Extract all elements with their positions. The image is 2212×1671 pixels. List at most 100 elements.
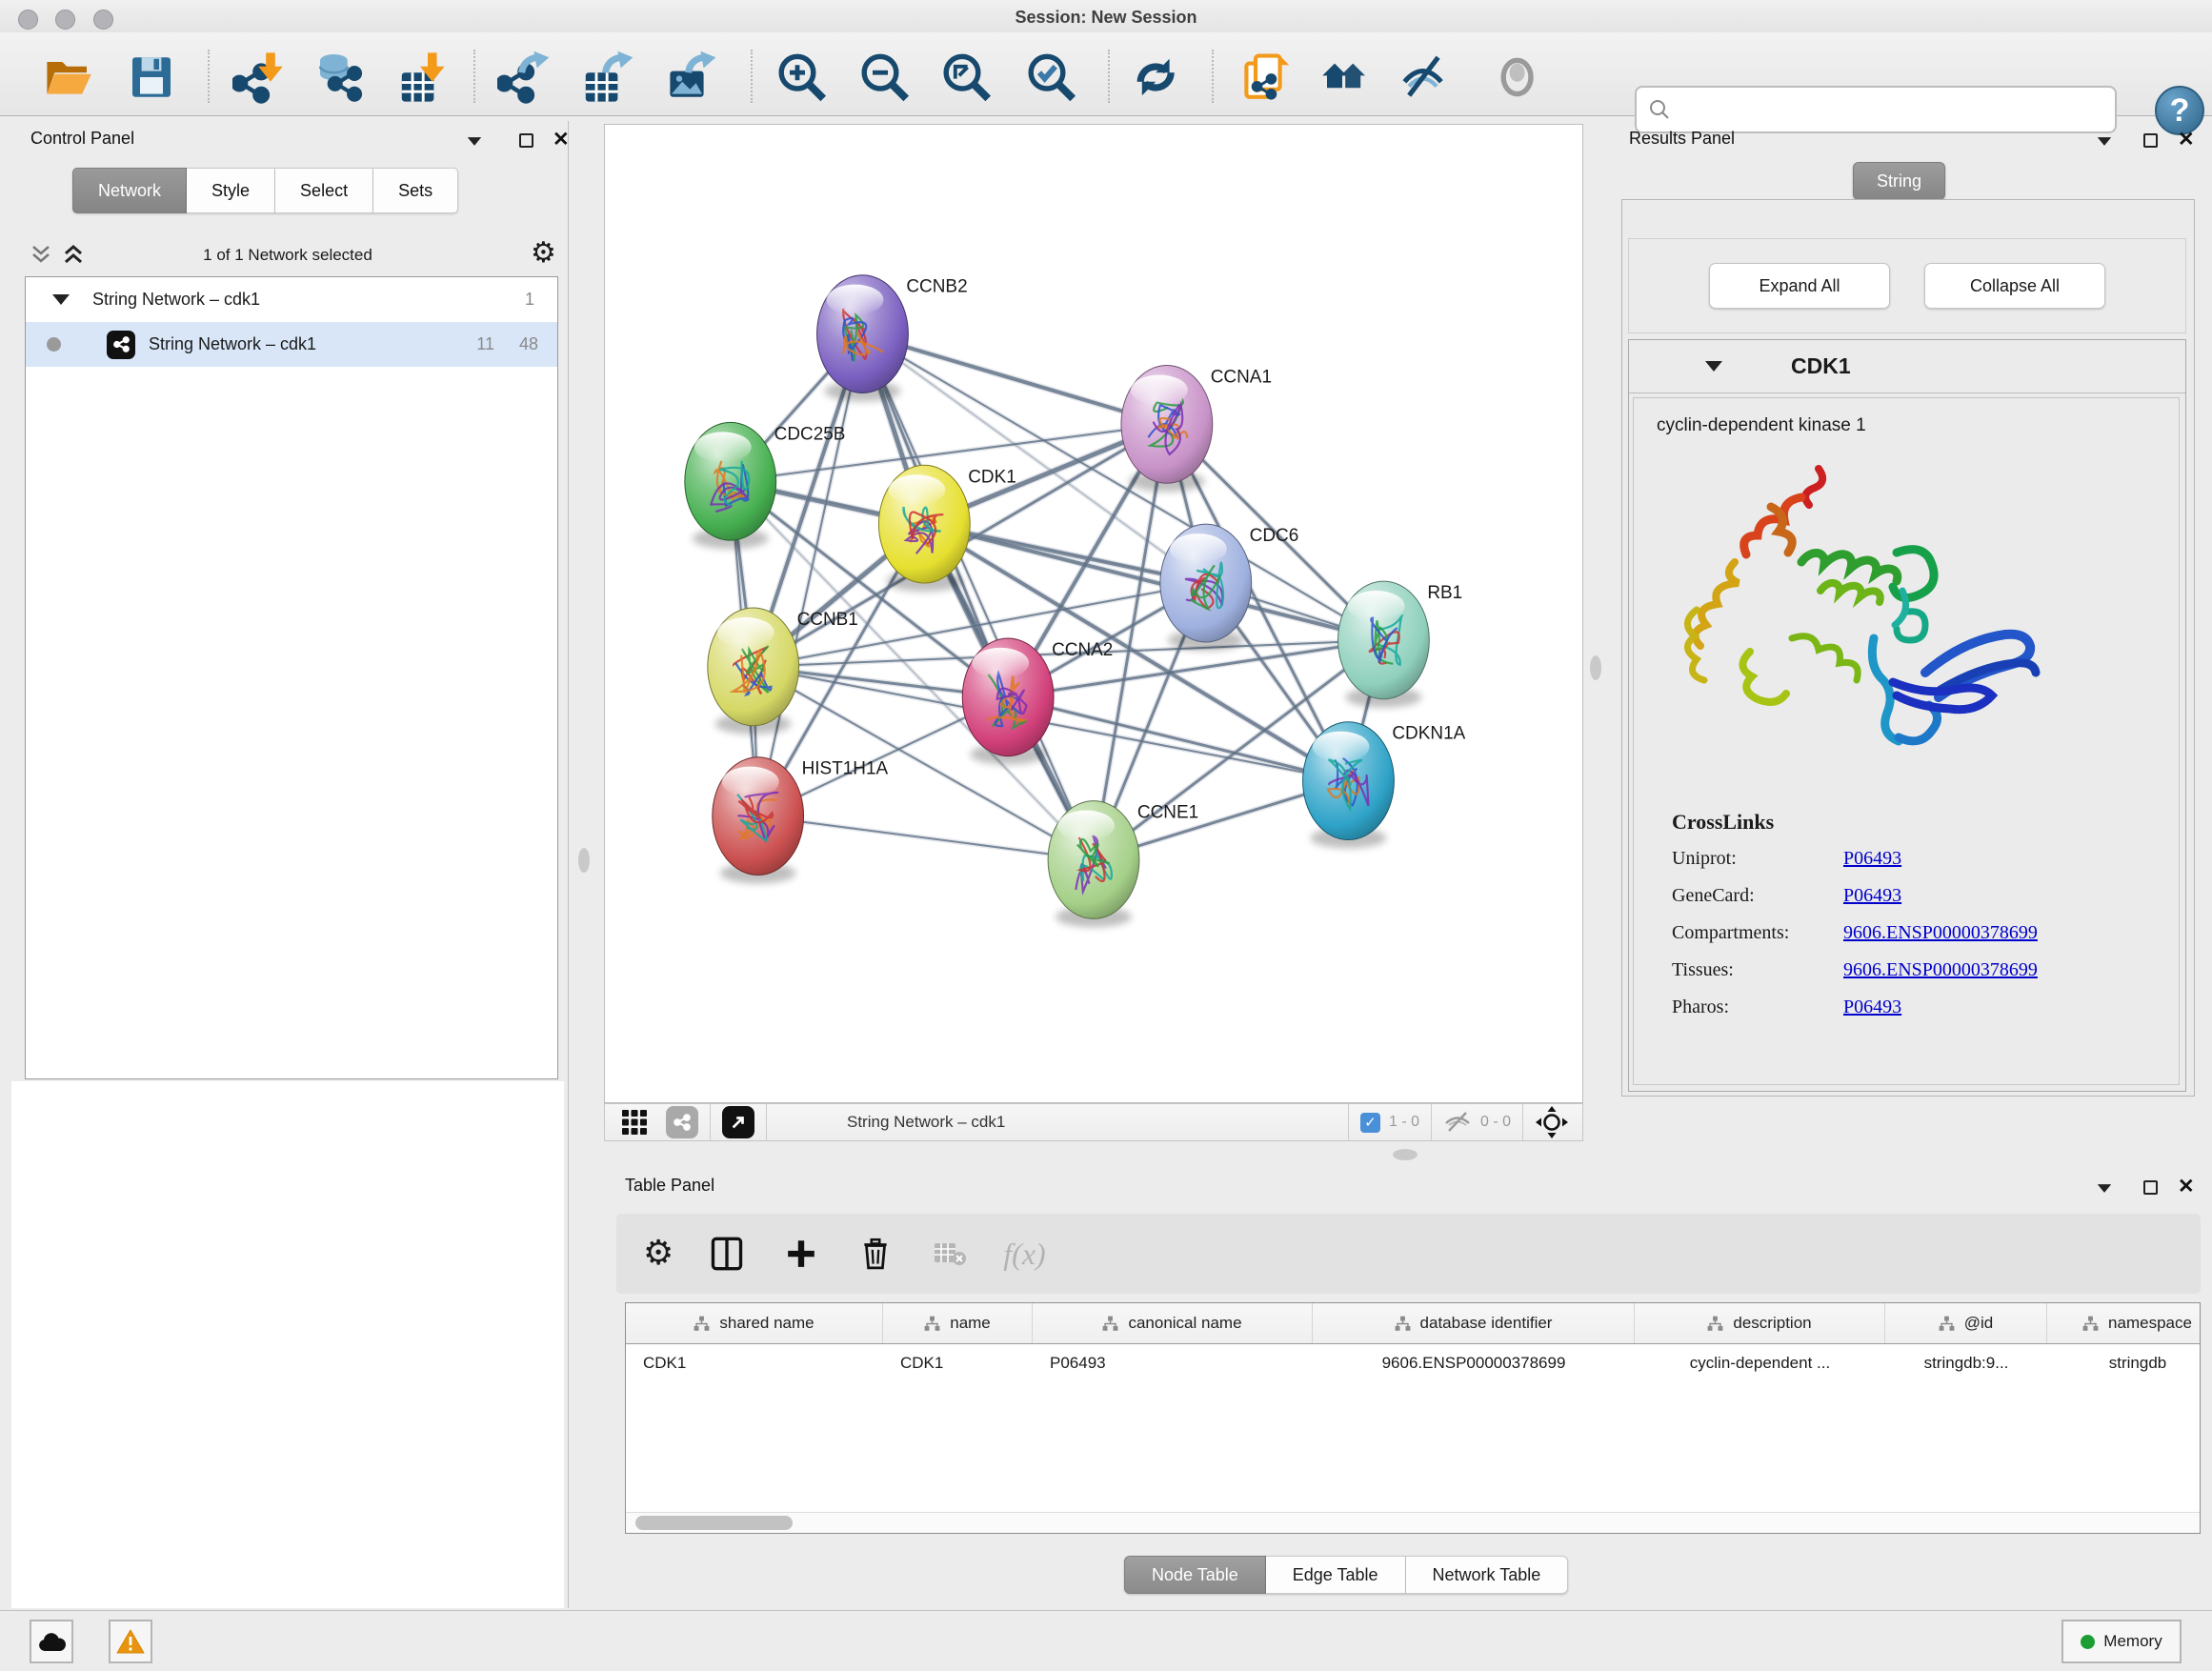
string-view-icon[interactable] [666,1106,698,1138]
first-neighbors-button[interactable] [1318,50,1374,105]
protein-node-CCNE1[interactable]: CCNE1 [1048,801,1198,928]
save-session-button[interactable] [124,50,179,105]
table-horizontal-scrollbar[interactable] [626,1512,2200,1533]
horizontal-splitter-handle[interactable] [1393,1149,1418,1160]
delete-column-trash-icon[interactable] [855,1233,896,1275]
expand-all-networks-icon[interactable] [29,241,53,270]
show-columns-icon[interactable] [706,1233,748,1275]
import-network-from-database-button[interactable] [312,50,367,105]
network-canvas[interactable]: CCNB2CCNA1CDC25BCDK1CDC6RB1CCNB1CCNA2CDK… [604,124,1583,1103]
close-panel-icon[interactable]: ✕ [553,130,570,151]
memory-button[interactable]: Memory [2061,1620,2182,1663]
table-cell[interactable]: cyclin-dependent ... [1635,1344,1885,1382]
edge[interactable] [758,816,1094,860]
scrollbar-thumb[interactable] [635,1516,793,1530]
search-input[interactable] [1679,100,2115,119]
node-gloss [717,617,774,648]
float-panel-icon[interactable] [466,136,483,147]
network-row[interactable]: String Network – cdk1 11 48 [26,322,557,367]
refresh-view-button[interactable] [1129,50,1184,105]
zoom-out-button[interactable] [856,50,912,105]
network-options-gear-icon[interactable]: ⚙ [531,239,556,268]
network-collection-row[interactable]: String Network – cdk1 1 [26,277,557,322]
table-row[interactable]: CDK1CDK1P064939606.ENSP00000378699cyclin… [626,1344,2200,1382]
protein-node-CDK1[interactable]: CDK1 [878,465,1016,592]
tab-style[interactable]: Style [187,168,275,213]
pan-crosshair-icon[interactable] [1535,1105,1569,1139]
expand-all-button[interactable]: Expand All [1709,263,1890,309]
column-header-description[interactable]: description [1635,1303,1885,1343]
gene-section-header[interactable]: CDK1 [1629,340,2185,393]
cloud-status-button[interactable] [30,1620,73,1663]
import-network-from-file-button[interactable] [231,50,287,105]
crosslink-link[interactable]: P06493 [1843,848,1901,870]
maximize-panel-icon[interactable] [519,133,533,148]
tab-network-table[interactable]: Network Table [1406,1556,1569,1594]
table-cell[interactable]: P06493 [1033,1344,1313,1382]
warnings-button[interactable] [109,1620,152,1663]
float-panel-icon[interactable] [2096,1183,2113,1194]
column-header-name[interactable]: name [883,1303,1033,1343]
table-cell[interactable]: CDK1 [626,1344,883,1382]
protein-node-HIST1H1A[interactable]: HIST1H1A [713,757,889,884]
table-cell[interactable]: 9606.ENSP00000378699 [1313,1344,1635,1382]
zoom-fit-content-button[interactable] [938,50,994,105]
tab-edge-table[interactable]: Edge Table [1266,1556,1406,1594]
zoom-selected-button[interactable] [1023,50,1078,105]
collapse-all-networks-icon[interactable] [61,241,86,270]
export-network-button[interactable] [496,50,552,105]
tab-sets[interactable]: Sets [373,168,458,213]
column-header--id[interactable]: @id [1885,1303,2047,1343]
table-cell[interactable]: stringdb [2047,1344,2201,1382]
zoom-in-button[interactable] [774,50,829,105]
export-image-button[interactable] [663,50,718,105]
column-header-shared-name[interactable]: shared name [626,1303,883,1343]
selected-nodes-checkbox-icon[interactable]: ✓ [1360,1113,1380,1133]
show-all-icon [1493,50,1546,104]
left-splitter[interactable] [568,121,569,1608]
crosslink-link[interactable]: 9606.ENSP00000378699 [1843,959,2038,981]
edge[interactable] [862,334,1166,425]
table-cell[interactable]: stringdb:9... [1885,1344,2047,1382]
tab-string[interactable]: String [1853,162,1945,200]
hide-selected-button[interactable] [1398,50,1453,105]
protein-node-RB1[interactable]: RB1 [1338,581,1463,708]
export-table-button[interactable] [580,50,635,105]
maximize-panel-icon[interactable] [2143,133,2158,148]
birdseye-grid-icon[interactable] [620,1108,649,1137]
open-session-button[interactable] [40,50,95,105]
show-all-button[interactable] [1492,50,1547,105]
clone-network-button[interactable] [1239,50,1295,105]
column-header-database-identifier[interactable]: database identifier [1313,1303,1635,1343]
column-header-canonical-name[interactable]: canonical name [1033,1303,1313,1343]
protein-node-CDKN1A[interactable]: CDKN1A [1303,722,1466,849]
open-in-new-window-icon[interactable] [722,1106,754,1138]
right-splitter-handle[interactable] [1590,655,1601,680]
column-header-namespace[interactable]: namespace [2047,1303,2201,1343]
import-table-from-file-button[interactable] [396,50,452,105]
edge[interactable] [862,334,1094,860]
maximize-panel-icon[interactable] [2143,1180,2158,1195]
collection-expander-icon[interactable] [52,294,70,305]
close-panel-icon[interactable]: ✕ [2178,130,2195,151]
node-label-CDC25B: CDC25B [774,424,846,444]
left-splitter-handle[interactable] [578,848,590,873]
protein-node-CCNA1[interactable]: CCNA1 [1121,366,1272,493]
protein-node-CDC6[interactable]: CDC6 [1160,524,1298,651]
collapse-all-button[interactable]: Collapse All [1924,263,2105,309]
create-column-icon[interactable] [780,1233,822,1275]
close-panel-icon[interactable]: ✕ [2178,1177,2195,1198]
table-cell[interactable]: CDK1 [883,1344,1033,1382]
tab-select[interactable]: Select [275,168,373,213]
crosslink-link[interactable]: P06493 [1843,885,1901,907]
float-panel-icon[interactable] [2096,136,2113,147]
crosslink-link[interactable]: 9606.ENSP00000378699 [1843,922,2038,944]
crosslink-link[interactable]: P06493 [1843,997,1901,1018]
gene-section: CDK1 cyclin-dependent kinase 1 [1628,339,2186,1092]
tab-network[interactable]: Network [72,168,187,213]
table-options-gear-icon[interactable]: ⚙ [643,1237,674,1271]
tab-node-table[interactable]: Node Table [1124,1556,1266,1594]
section-expander-icon[interactable] [1705,361,1722,372]
network-graph[interactable]: CCNB2CCNA1CDC25BCDK1CDC6RB1CCNB1CCNA2CDK… [605,125,1582,1102]
node-table[interactable]: shared namenamecanonical namedatabase id… [625,1302,2201,1534]
